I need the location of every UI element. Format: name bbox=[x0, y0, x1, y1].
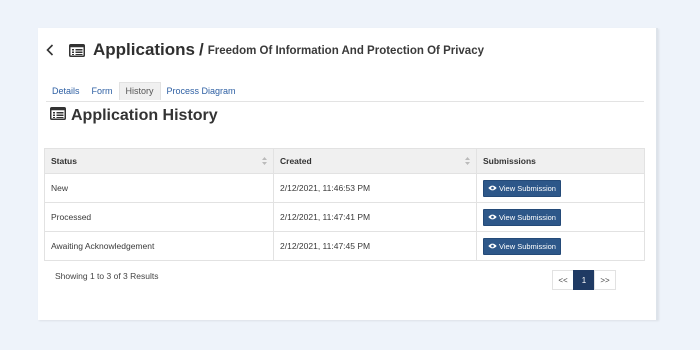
cell-status: New bbox=[44, 173, 274, 203]
tab-process-diagram[interactable]: Process Diagram bbox=[161, 82, 242, 100]
column-header-status[interactable]: Status bbox=[44, 148, 274, 174]
view-submission-button[interactable]: View Submission bbox=[483, 237, 561, 255]
cell-created: 2/12/2021, 11:46:53 PM bbox=[273, 173, 477, 203]
section-header: Application History bbox=[50, 107, 218, 125]
page-1-button[interactable]: 1 bbox=[573, 270, 595, 290]
eye-icon bbox=[488, 243, 497, 249]
view-submission-button[interactable]: View Submission bbox=[483, 179, 561, 197]
results-summary: Showing 1 to 3 of 3 Results bbox=[55, 271, 159, 281]
list-alt-icon bbox=[69, 43, 85, 57]
cell-submissions: View Submission bbox=[476, 202, 645, 232]
cell-submissions: View Submission bbox=[476, 231, 645, 261]
cell-submissions: View Submission bbox=[476, 173, 645, 203]
cell-status: Awaiting Acknowledgement bbox=[44, 231, 274, 261]
tab-bar: Details Form History Process Diagram bbox=[46, 82, 242, 100]
cell-created: 2/12/2021, 11:47:41 PM bbox=[273, 202, 477, 232]
table-header-row: Status Created Submissions bbox=[44, 148, 645, 174]
main-card: Applications / Freedom Of Information An… bbox=[38, 28, 658, 320]
view-submission-button[interactable]: View Submission bbox=[483, 208, 561, 226]
button-label: View Submission bbox=[499, 212, 556, 222]
sort-icon[interactable] bbox=[465, 157, 470, 165]
pagination: << 1 >> bbox=[552, 270, 616, 290]
button-label: View Submission bbox=[499, 241, 556, 251]
column-label: Submissions bbox=[483, 156, 536, 166]
column-label: Created bbox=[280, 156, 312, 166]
table-row: Awaiting Acknowledgement 2/12/2021, 11:4… bbox=[44, 231, 645, 261]
sort-icon[interactable] bbox=[262, 157, 267, 165]
back-chevron-icon[interactable] bbox=[43, 41, 57, 59]
next-page-button[interactable]: >> bbox=[594, 270, 616, 290]
tab-form[interactable]: Form bbox=[86, 82, 119, 100]
column-header-created[interactable]: Created bbox=[273, 148, 477, 174]
section-title: Application History bbox=[71, 107, 218, 124]
tab-divider bbox=[46, 101, 644, 102]
tab-details[interactable]: Details bbox=[46, 82, 86, 100]
history-table: Status Created Submissions New 2/12/2021… bbox=[44, 148, 645, 261]
list-alt-icon bbox=[50, 107, 66, 125]
title-separator: / bbox=[199, 40, 204, 59]
column-label: Status bbox=[51, 156, 77, 166]
table-row: New 2/12/2021, 11:46:53 PM View Submissi… bbox=[44, 173, 645, 203]
column-header-submissions: Submissions bbox=[476, 148, 645, 174]
prev-page-button[interactable]: << bbox=[552, 270, 574, 290]
eye-icon bbox=[488, 214, 497, 220]
page-header: Applications / Freedom Of Information An… bbox=[43, 40, 484, 60]
page-subtitle: Freedom Of Information And Protection Of… bbox=[207, 45, 484, 57]
eye-icon bbox=[488, 185, 497, 191]
tab-history[interactable]: History bbox=[118, 82, 161, 100]
page-title: Applications bbox=[93, 40, 196, 59]
cell-status: Processed bbox=[44, 202, 274, 232]
button-label: View Submission bbox=[499, 183, 556, 193]
table-row: Processed 2/12/2021, 11:47:41 PM View Su… bbox=[44, 202, 645, 232]
cell-created: 2/12/2021, 11:47:45 PM bbox=[273, 231, 477, 261]
